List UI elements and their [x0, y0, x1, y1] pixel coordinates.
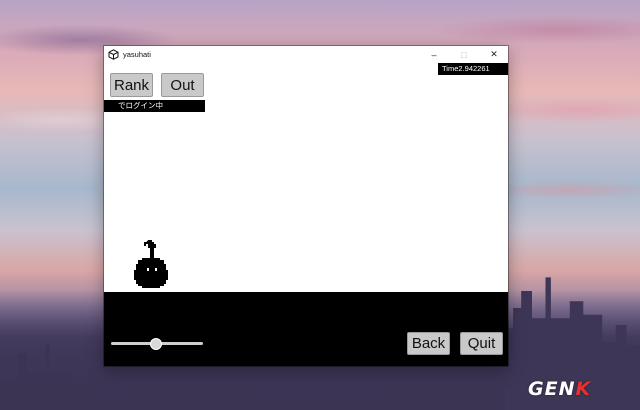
login-status-label: でログイン中 — [104, 100, 205, 112]
unity-icon — [108, 49, 119, 60]
quit-button[interactable]: Quit — [460, 332, 503, 355]
rank-button[interactable]: Rank — [110, 73, 153, 97]
black-blob-sprout-character — [132, 238, 170, 292]
minimize-button[interactable]: – — [420, 46, 448, 63]
volume-slider[interactable] — [111, 338, 203, 350]
close-button[interactable]: ✕ — [480, 46, 508, 63]
game-window: yasuhati – □ ✕ Time2.942261 Rank Out でログ… — [104, 46, 508, 366]
watermark-text-main: GEN — [528, 378, 576, 400]
out-button[interactable]: Out — [161, 73, 204, 97]
window-titlebar[interactable]: yasuhati – □ ✕ — [104, 46, 508, 63]
time-readout: Time2.942261 — [438, 63, 508, 75]
maximize-button[interactable]: □ — [450, 46, 478, 63]
genk-watermark-logo: GEN K — [528, 378, 591, 400]
watermark-text-accent: K — [575, 378, 592, 400]
slider-thumb[interactable] — [150, 338, 162, 350]
window-title: yasuhati — [123, 50, 151, 59]
back-button[interactable]: Back — [407, 332, 450, 355]
